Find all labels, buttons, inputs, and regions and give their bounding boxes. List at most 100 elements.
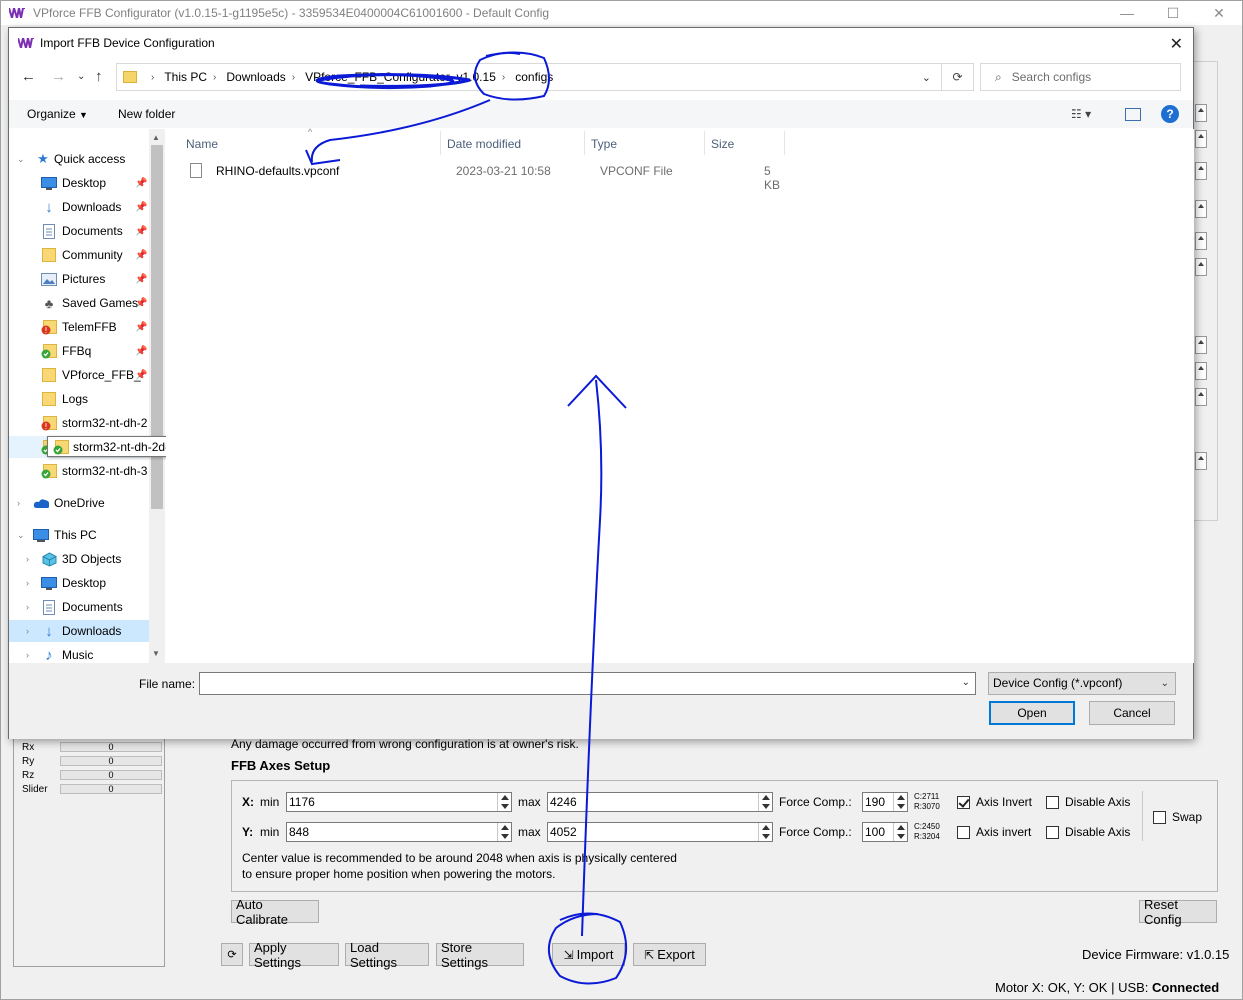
breadcrumb-separator-icon[interactable]: ›	[151, 72, 154, 83]
refresh-icon[interactable]: ⟳	[941, 64, 973, 90]
maximize-button[interactable]: ☐	[1150, 1, 1196, 25]
import-button[interactable]: ⇲ Import	[552, 943, 625, 966]
expand-chevron-icon[interactable]: ›	[26, 578, 29, 588]
nav-item-3d-objects[interactable]: › 3D Objects	[9, 548, 149, 570]
store-settings-button[interactable]: Store Settings	[436, 940, 524, 970]
swap-checkbox[interactable]: Swap	[1153, 810, 1202, 824]
address-dropdown-chevron-icon[interactable]: ⌄	[922, 71, 931, 84]
apply-settings-button[interactable]: Apply Settings	[249, 940, 339, 970]
spinbox-edge[interactable]	[1195, 104, 1207, 122]
scroll-down-icon[interactable]: ▼	[152, 649, 160, 658]
nav-quick-access[interactable]: ⌄ ★ Quick access	[9, 148, 149, 170]
nav-item-ffbq[interactable]: FFBq 📌	[9, 340, 149, 362]
close-button[interactable]: ✕	[1196, 1, 1242, 25]
y-disable-axis-checkbox[interactable]: Disable Axis	[1046, 825, 1130, 839]
column-divider[interactable]	[440, 131, 441, 155]
expand-chevron-icon[interactable]: ›	[26, 554, 29, 564]
expand-chevron-icon[interactable]: ›	[26, 602, 29, 612]
reset-config-button[interactable]: Reset Config	[1139, 897, 1217, 927]
checkbox-box[interactable]	[957, 795, 970, 809]
auto-calibrate-button[interactable]: Auto Calibrate	[231, 897, 319, 927]
expand-chevron-icon[interactable]: ›	[26, 626, 29, 636]
forward-arrow-icon[interactable]: →	[51, 68, 66, 85]
x-min-spinbox[interactable]: 1176	[286, 792, 512, 812]
y-max-spinbox[interactable]: 4052	[547, 822, 773, 842]
x-force-comp-spinbox[interactable]: 190	[862, 792, 908, 812]
column-divider[interactable]	[584, 131, 585, 155]
view-options-icon[interactable]: ☷ ▾	[1071, 107, 1091, 121]
column-divider[interactable]	[704, 131, 705, 155]
nav-onedrive[interactable]: › OneDrive	[9, 492, 149, 514]
new-folder-button[interactable]: New folder	[118, 107, 175, 121]
spinbox-edge[interactable]	[1195, 130, 1207, 148]
expand-chevron-icon[interactable]: ›	[17, 498, 20, 508]
refresh-button[interactable]: ⟳	[221, 943, 243, 966]
breadcrumb-separator-icon[interactable]: ›	[292, 72, 295, 83]
export-button[interactable]: ⇱ Export	[633, 943, 706, 966]
checkbox-box[interactable]	[1153, 810, 1166, 824]
cancel-button[interactable]: Cancel	[1089, 701, 1175, 725]
nav-item-logs[interactable]: Logs	[9, 388, 149, 410]
expand-chevron-icon[interactable]: ›	[26, 650, 29, 660]
help-icon[interactable]: ?	[1161, 105, 1179, 123]
spinbox-edge[interactable]	[1195, 336, 1207, 354]
up-arrow-icon[interactable]: ↑	[95, 68, 103, 85]
file-row[interactable]: RHINO-defaults.vpconf 2023-03-21 10:58 V…	[186, 160, 786, 192]
nav-item-pc-desktop[interactable]: › Desktop	[9, 572, 149, 594]
search-input[interactable]: ⌕ Search configs	[980, 63, 1181, 91]
back-arrow-icon[interactable]: ←	[21, 68, 36, 85]
checkbox-box[interactable]	[957, 825, 970, 839]
expand-chevron-icon[interactable]: ⌄	[17, 154, 25, 165]
file-name-input[interactable]: ⌄	[199, 672, 976, 695]
open-button[interactable]: Open	[989, 701, 1075, 725]
nav-item-pc-music[interactable]: › ♪ Music	[9, 644, 149, 664]
x-disable-axis-checkbox[interactable]: Disable Axis	[1046, 795, 1130, 809]
nav-item-desktop[interactable]: Desktop 📌	[9, 172, 149, 194]
nav-item-pc-documents[interactable]: › Documents	[9, 596, 149, 618]
nav-item-documents[interactable]: Documents 📌	[9, 220, 149, 242]
minimize-button[interactable]: —	[1104, 1, 1150, 25]
expand-chevron-icon[interactable]: ⌄	[17, 530, 25, 541]
spinbox-edge[interactable]	[1195, 388, 1207, 406]
address-bar[interactable]: › This PC › Downloads › VPforce_FFB_Conf…	[116, 63, 974, 91]
nav-item-community[interactable]: Community 📌	[9, 244, 149, 266]
spinbox-edge[interactable]	[1195, 362, 1207, 380]
nav-item-saved-games[interactable]: ♣ Saved Games 📌	[9, 292, 149, 314]
nav-item-telemffb[interactable]: ! TelemFFB 📌	[9, 316, 149, 338]
y-axis-invert-checkbox[interactable]: Axis invert	[957, 825, 1031, 839]
nav-item-downloads[interactable]: ↓ Downloads 📌	[9, 196, 149, 218]
checkbox-box[interactable]	[1046, 825, 1059, 839]
nav-item-pictures[interactable]: Pictures 📌	[9, 268, 149, 290]
load-settings-button[interactable]: Load Settings	[345, 940, 429, 970]
breadcrumb-configs[interactable]: configs	[515, 70, 553, 84]
breadcrumb-this-pc[interactable]: This PC	[164, 70, 207, 84]
breadcrumb-separator-icon[interactable]: ›	[502, 72, 505, 83]
column-header-type[interactable]: Type	[591, 137, 617, 151]
chevron-down-icon[interactable]: ⌄	[962, 677, 970, 688]
spinbox-edge[interactable]	[1195, 452, 1207, 470]
nav-item-storm32-3[interactable]: storm32-nt-dh-3	[9, 460, 149, 482]
scroll-up-icon[interactable]: ▲	[152, 133, 160, 142]
nav-item-vpforce[interactable]: VPforce_FFB_ 📌	[9, 364, 149, 386]
x-axis-invert-checkbox[interactable]: Axis Invert	[957, 795, 1032, 809]
nav-item-storm32-2[interactable]: ! storm32-nt-dh-2	[9, 412, 149, 434]
breadcrumb-separator-icon[interactable]: ›	[213, 72, 216, 83]
breadcrumb-downloads[interactable]: Downloads	[226, 70, 285, 84]
column-header-date[interactable]: Date modified	[447, 137, 521, 151]
column-divider[interactable]	[784, 131, 785, 155]
spinbox-edge[interactable]	[1195, 232, 1207, 250]
column-header-size[interactable]: Size	[711, 137, 734, 151]
column-header-name[interactable]: Name	[186, 137, 218, 151]
dialog-close-button[interactable]: ✕	[1170, 34, 1183, 54]
y-min-spinbox[interactable]: 848	[286, 822, 512, 842]
breadcrumb-vpforce-folder[interactable]: VPforce_FFB_Configurator_v1.0.15	[305, 70, 496, 84]
nav-this-pc[interactable]: ⌄ This PC	[9, 524, 149, 546]
recent-chevron-icon[interactable]: ⌄	[77, 71, 85, 82]
preview-pane-icon[interactable]	[1125, 108, 1141, 121]
spinbox-edge[interactable]	[1195, 200, 1207, 218]
spinbox-edge[interactable]	[1195, 258, 1207, 276]
x-max-spinbox[interactable]: 4246	[547, 792, 773, 812]
organize-menu[interactable]: Organize ▼	[27, 107, 88, 121]
file-type-select[interactable]: Device Config (*.vpconf) ⌄	[988, 672, 1176, 695]
nav-item-pc-downloads[interactable]: › ↓ Downloads	[9, 620, 149, 642]
